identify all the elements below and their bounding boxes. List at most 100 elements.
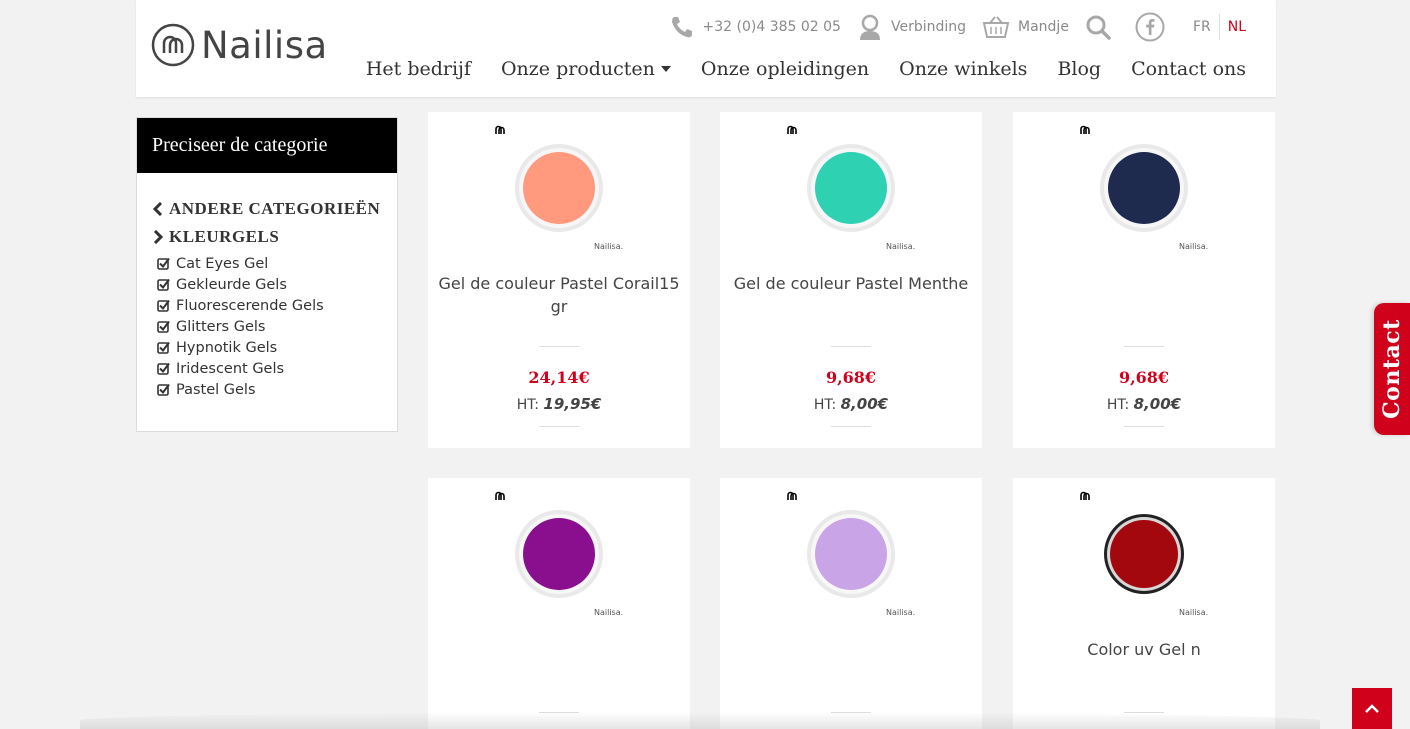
subcategory-label: Fluorescerende Gels xyxy=(176,297,324,314)
checkbox-checked-icon xyxy=(157,257,170,270)
logo-text: Nailisa xyxy=(201,23,328,67)
nav-het-bedrijf[interactable]: Het bedrijf xyxy=(366,58,471,80)
subcategory-label: Gekleurde Gels xyxy=(176,276,287,293)
checkbox-checked-icon xyxy=(157,299,170,312)
jar-brand-text: Nailisa. xyxy=(886,242,916,251)
product-card[interactable]: Nailisa. xyxy=(428,478,690,729)
current-category-label: KLEURGELS xyxy=(169,227,280,246)
checkbox-checked-icon xyxy=(157,278,170,291)
back-categories-link[interactable]: ANDERE CATEGORIEËN xyxy=(153,195,397,223)
user-icon xyxy=(859,14,880,40)
phone-icon xyxy=(671,17,692,38)
product-price-ht: HT: 8,00€ xyxy=(1013,395,1275,413)
product-card[interactable]: Nailisa. xyxy=(720,478,982,729)
cart-label: Mandje xyxy=(1018,19,1069,35)
jar-brand-text: Nailisa. xyxy=(594,608,624,617)
jar-brand-text: Nailisa. xyxy=(1179,242,1209,251)
subcategory-item[interactable]: Pastel Gels xyxy=(157,379,397,400)
nav-onze-opleidingen[interactable]: Onze opleidingen xyxy=(701,58,869,80)
chevron-up-icon xyxy=(1365,703,1379,713)
chevron-left-icon xyxy=(153,202,163,216)
product-image xyxy=(807,144,895,232)
product-image xyxy=(1104,514,1184,594)
contact-tab[interactable]: Contact xyxy=(1374,303,1410,435)
jar-brand-text: Nailisa. xyxy=(594,242,624,251)
language-nl[interactable]: NL xyxy=(1228,19,1246,35)
nav-onze-producten[interactable]: Onze producten xyxy=(501,58,671,80)
login-link[interactable]: Verbinding xyxy=(857,13,966,41)
product-image xyxy=(1100,144,1188,232)
product-card[interactable]: Nailisa. Color uv Gel n xyxy=(1013,478,1275,729)
caret-down-icon xyxy=(660,66,671,72)
chevron-right-icon xyxy=(153,230,163,244)
language-fr[interactable]: FR xyxy=(1193,19,1211,35)
jar-brand-text: Nailisa. xyxy=(1179,608,1209,617)
search-icon xyxy=(1086,15,1111,40)
subcategory-label: Hypnotik Gels xyxy=(176,339,278,356)
category-sidebar: Preciseer de categorie ANDERE CATEGORIEË… xyxy=(136,117,398,432)
top-bar: +32 (0)4 385 02 05 Verbinding Mandje FR … xyxy=(653,12,1246,42)
logo[interactable]: Nailisa xyxy=(151,22,328,68)
divider xyxy=(539,426,579,427)
scroll-top-button[interactable] xyxy=(1352,688,1392,729)
product-price-ht: HT: 8,00€ xyxy=(720,395,982,413)
phone-link[interactable]: +32 (0)4 385 02 05 xyxy=(669,14,841,40)
brand-mark-icon xyxy=(787,491,797,500)
product-price-ht: HT: 19,95€ xyxy=(428,395,690,413)
brand-mark-icon xyxy=(787,125,797,134)
product-card[interactable]: Nailisa. Gel de couleur Pastel Menthe 9,… xyxy=(720,112,982,448)
nav-onze-winkels[interactable]: Onze winkels xyxy=(899,58,1027,80)
subcategory-item[interactable]: Cat Eyes Gel xyxy=(157,253,397,274)
nav-onze-producten-label: Onze producten xyxy=(500,58,655,80)
product-card[interactable]: Nailisa. Gel de couleur Pastel Corail15 … xyxy=(428,112,690,448)
product-image xyxy=(515,144,603,232)
contact-tab-label: Contact xyxy=(1379,319,1405,419)
brand-mark-icon xyxy=(1080,125,1090,134)
nav-contact-ons[interactable]: Contact ons xyxy=(1131,58,1246,80)
product-title[interactable]: Gel de couleur Pastel Corail15 gr xyxy=(428,272,690,318)
divider xyxy=(539,712,579,713)
checkbox-checked-icon xyxy=(157,341,170,354)
language-divider xyxy=(1218,14,1220,40)
back-categories-label: ANDERE CATEGORIEËN xyxy=(169,199,381,218)
product-image xyxy=(807,510,895,598)
divider xyxy=(539,346,579,347)
current-category-link[interactable]: KLEURGELS xyxy=(153,223,397,251)
product-card[interactable]: Nailisa. 9,68€ HT: 8,00€ xyxy=(1013,112,1275,448)
product-price: 9,68€ xyxy=(1118,368,1170,387)
subcategory-item[interactable]: Gekleurde Gels xyxy=(157,274,397,295)
ht-value: 19,95€ xyxy=(543,395,602,413)
checkbox-checked-icon xyxy=(157,383,170,396)
facebook-link[interactable] xyxy=(1135,12,1173,42)
ht-label: HT: xyxy=(813,397,837,413)
nailisa-logo-icon xyxy=(151,23,195,67)
facebook-icon xyxy=(1135,12,1165,42)
product-title[interactable]: Gel de couleur Pastel Menthe xyxy=(720,272,982,295)
product-price: 9,68€ xyxy=(825,368,877,387)
divider xyxy=(1124,712,1164,713)
brand-mark-icon xyxy=(495,491,505,500)
site-header: Nailisa +32 (0)4 385 02 05 Verbinding Ma… xyxy=(136,0,1276,97)
search-button[interactable] xyxy=(1085,14,1119,40)
subcategory-item[interactable]: Fluorescerende Gels xyxy=(157,295,397,316)
subcategory-label: Pastel Gels xyxy=(176,381,256,398)
divider xyxy=(831,426,871,427)
product-title[interactable]: Color uv Gel n xyxy=(1013,638,1275,661)
phone-number: +32 (0)4 385 02 05 xyxy=(702,19,841,35)
cart-link[interactable]: Mandje xyxy=(982,15,1069,39)
subcategory-item[interactable]: Hypnotik Gels xyxy=(157,337,397,358)
subcategory-label: Iridescent Gels xyxy=(176,360,285,377)
product-price: 24,14€ xyxy=(528,368,590,387)
subcategory-item[interactable]: Glitters Gels xyxy=(157,316,397,337)
brand-mark-icon xyxy=(1080,491,1090,500)
divider xyxy=(1124,426,1164,427)
jar-brand-text: Nailisa. xyxy=(886,608,916,617)
checkbox-checked-icon xyxy=(157,362,170,375)
subcategory-label: Cat Eyes Gel xyxy=(176,255,269,272)
nav-blog[interactable]: Blog xyxy=(1057,58,1101,80)
subcategory-item[interactable]: Iridescent Gels xyxy=(157,358,397,379)
divider xyxy=(1124,346,1164,347)
ht-value: 8,00€ xyxy=(1133,395,1182,413)
ht-value: 8,00€ xyxy=(840,395,889,413)
subcategory-list: Cat Eyes Gel Gekleurde Gels Fluoresceren… xyxy=(157,253,397,400)
